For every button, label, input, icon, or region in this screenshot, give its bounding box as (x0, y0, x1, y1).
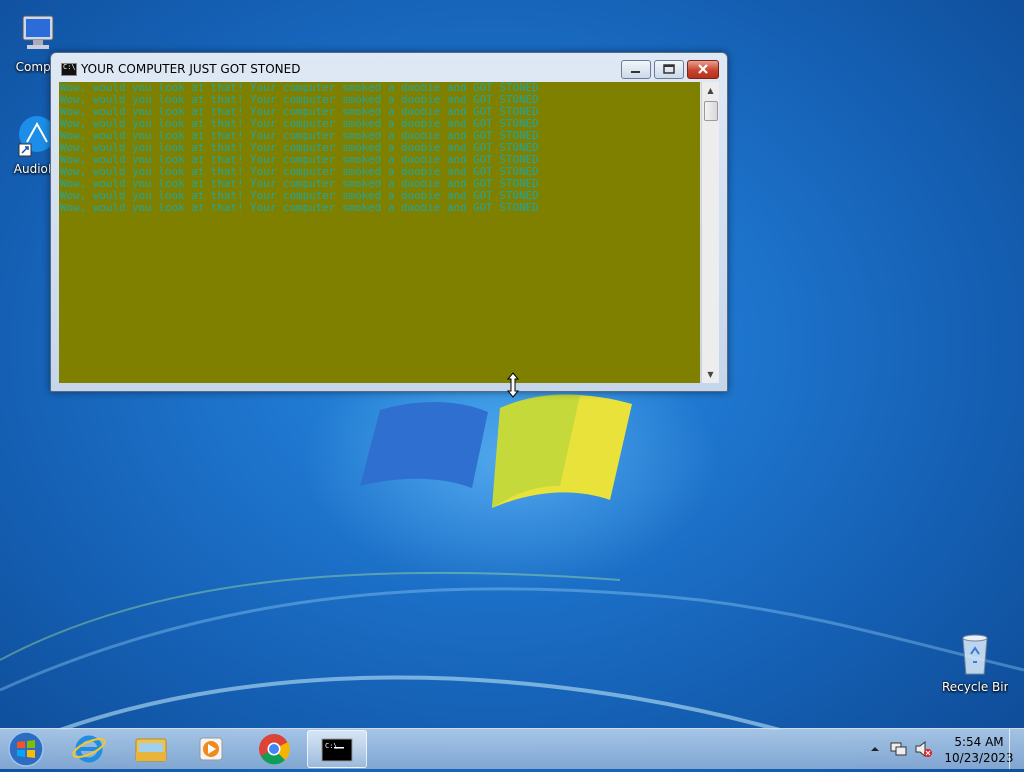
chrome-icon (259, 734, 290, 765)
taskbar-command-prompt[interactable]: C:\ (307, 730, 367, 768)
internet-explorer-icon (72, 735, 106, 763)
start-button[interactable] (6, 730, 46, 768)
desktop-icon-label: Recycle Bin (942, 680, 1008, 694)
windows-start-icon (8, 731, 44, 767)
system-tray: 5:54 AM 10/23/2023 (864, 729, 1024, 769)
taskbar-windows-explorer[interactable] (121, 730, 179, 766)
close-icon (698, 64, 708, 74)
show-desktop-button[interactable] (1009, 729, 1024, 769)
wallpaper-swoosh (0, 571, 1024, 730)
taskbar-media-player[interactable] (181, 730, 239, 766)
recycle-bin-icon (951, 630, 999, 678)
svg-text:C:\: C:\ (325, 742, 338, 750)
vertical-scrollbar[interactable]: ▲ ▼ (701, 82, 719, 383)
window-titlebar[interactable]: YOUR COMPUTER JUST GOT STONED (51, 53, 727, 81)
windows-logo-wallpaper (360, 394, 632, 508)
minimize-button[interactable] (621, 60, 651, 79)
taskbar-chrome[interactable] (245, 730, 303, 766)
maximize-icon (663, 64, 675, 74)
windows-explorer-icon (135, 738, 167, 762)
taskbar-clock[interactable]: 5:54 AM 10/23/2023 (944, 734, 1014, 766)
command-prompt-icon (61, 63, 77, 76)
scroll-down-icon[interactable]: ▼ (702, 366, 719, 383)
clock-date: 10/23/2023 (944, 751, 1014, 765)
console-window[interactable]: YOUR COMPUTER JUST GOT STONED Wow, would… (50, 52, 728, 392)
network-icon[interactable] (890, 742, 907, 756)
taskbar: C:\ 5:54 AM 10/23/2023 (0, 728, 1024, 769)
show-hidden-icons-icon[interactable] (871, 747, 879, 751)
minimize-icon (631, 71, 640, 73)
resize-cursor-icon (506, 372, 520, 398)
console-output[interactable]: Wow, would you look at that! Your comput… (59, 82, 700, 383)
close-button[interactable] (687, 60, 719, 79)
media-player-icon (199, 737, 223, 761)
scrollbar-thumb[interactable] (704, 101, 718, 121)
console-line: Wow, would you look at that! Your comput… (60, 201, 539, 214)
clock-time: 5:54 AM (954, 735, 1004, 749)
scroll-up-icon[interactable]: ▲ (702, 82, 719, 99)
desktop-icon-recycle-bin[interactable]: Recycle Bin (942, 630, 1008, 694)
computer-icon (13, 10, 61, 58)
taskbar-internet-explorer[interactable] (60, 730, 118, 766)
window-title: YOUR COMPUTER JUST GOT STONED (81, 62, 301, 76)
command-prompt-icon: C:\ (321, 738, 353, 762)
volume-muted-icon[interactable] (915, 740, 932, 758)
maximize-button[interactable] (654, 60, 684, 79)
